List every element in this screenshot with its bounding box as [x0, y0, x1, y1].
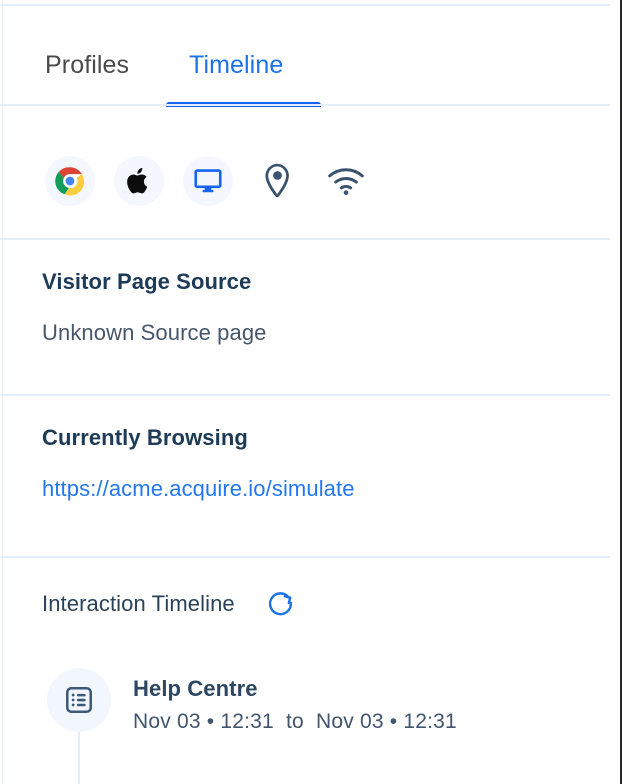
- interaction-timeline-header: Interaction Timeline: [42, 588, 297, 620]
- timeline-item-time-range: Nov 03 • 12:31 to Nov 03 • 12:31: [133, 710, 457, 733]
- visitor-detail-panel: Profiles Timeline Visitor Page Source Un…: [0, 0, 622, 784]
- currently-browsing-url-link[interactable]: https://acme.acquire.io/simulate: [42, 475, 355, 503]
- visitor-page-source-section: Visitor Page Source Unknown Source page: [0, 268, 610, 347]
- visitor-page-source-title: Visitor Page Source: [42, 269, 252, 294]
- currently-browsing-title: Currently Browsing: [42, 425, 248, 450]
- tab-bar: Profiles Timeline: [0, 6, 610, 107]
- divider-below-source: [0, 394, 610, 396]
- tab-profiles[interactable]: Profiles: [45, 50, 129, 80]
- monitor-icon[interactable]: [183, 156, 233, 206]
- timeline-connector-line: [78, 732, 80, 784]
- divider-below-icons: [0, 238, 610, 240]
- apple-icon[interactable]: [114, 156, 164, 206]
- divider-below-browsing: [0, 556, 610, 558]
- timeline-item-body: Help Centre Nov 03 • 12:31 to Nov 03 • 1…: [133, 668, 457, 737]
- panel-left-rail: [2, 0, 3, 784]
- list-document-icon: [47, 668, 111, 732]
- timeline-item-title: Help Centre: [133, 676, 258, 701]
- interaction-timeline-list: Help Centre Nov 03 • 12:31 to Nov 03 • 1…: [0, 668, 610, 784]
- visitor-status-icons: [0, 124, 610, 238]
- tab-timeline[interactable]: Timeline: [189, 50, 283, 80]
- interaction-timeline-title: Interaction Timeline: [42, 591, 235, 616]
- visitor-page-source-value: Unknown Source page: [42, 320, 267, 345]
- timeline-marker: [46, 668, 112, 784]
- refresh-icon[interactable]: [265, 588, 297, 620]
- divider-below-tabs: [0, 104, 610, 106]
- chrome-icon[interactable]: [45, 156, 95, 206]
- timeline-item[interactable]: Help Centre Nov 03 • 12:31 to Nov 03 • 1…: [0, 668, 610, 784]
- currently-browsing-section: Currently Browsing https://acme.acquire.…: [0, 424, 610, 503]
- location-pin-icon[interactable]: [252, 156, 302, 206]
- wifi-icon[interactable]: [321, 156, 371, 206]
